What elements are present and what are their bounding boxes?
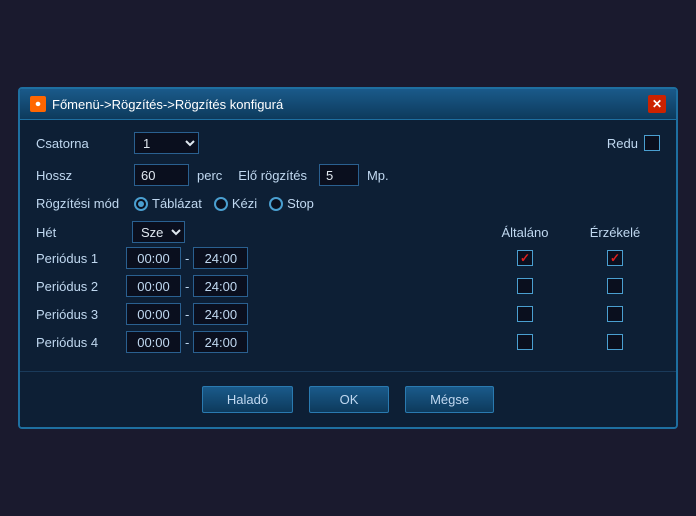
- period-3-label: Periódus 3: [36, 307, 126, 322]
- radio-tablazat-label: Táblázat: [152, 196, 202, 211]
- period-3-dash: -: [185, 307, 189, 322]
- altalaino-header: Általáno: [502, 225, 549, 240]
- period-2-end[interactable]: [193, 275, 248, 297]
- radio-group: Táblázat Kézi Stop: [134, 196, 314, 211]
- redu-area: Redu: [607, 135, 660, 151]
- period-3-start[interactable]: [126, 303, 181, 325]
- ok-button[interactable]: OK: [309, 386, 389, 413]
- period-row-3: Periódus 3 -: [36, 303, 660, 325]
- period-2-start[interactable]: [126, 275, 181, 297]
- period-3-end[interactable]: [193, 303, 248, 325]
- rogzitesi-mod-label: Rögzítési mód: [36, 196, 126, 211]
- radio-stop-label: Stop: [287, 196, 314, 211]
- halado-button[interactable]: Haladó: [202, 386, 293, 413]
- periods-container: Periódus 1 - Periódus 2 -: [36, 247, 660, 353]
- hossz-label: Hossz: [36, 168, 126, 183]
- period-4-end[interactable]: [193, 331, 248, 353]
- close-button[interactable]: ✕: [648, 95, 666, 113]
- period-1-dash: -: [185, 251, 189, 266]
- csatorna-label: Csatorna: [36, 136, 126, 151]
- period-2-erzekele-checkbox[interactable]: [607, 278, 623, 294]
- main-dialog: ⏺ Főmenü->Rögzítés->Rögzítés konfigurá ✕…: [18, 87, 678, 429]
- redu-checkbox[interactable]: [644, 135, 660, 151]
- megse-button[interactable]: Mégse: [405, 386, 494, 413]
- dialog-content: Csatorna 1234 Redu Hossz perc Elő rögzít…: [20, 120, 676, 371]
- period-header-row: Hét HKSzeCsPSzoV Általáno Érzékelé: [36, 221, 660, 247]
- period-4-dash: -: [185, 335, 189, 350]
- period-3-altalaino-checkbox[interactable]: [517, 306, 533, 322]
- dialog-footer: Haladó OK Mégse: [20, 371, 676, 427]
- period-1-end[interactable]: [193, 247, 248, 269]
- elo-rogzites-label: Elő rögzítés: [238, 168, 307, 183]
- period-2-altalaino-checkbox[interactable]: [517, 278, 533, 294]
- csatorna-select[interactable]: 1234: [134, 132, 199, 154]
- elo-rogzites-input[interactable]: [319, 164, 359, 186]
- redu-label: Redu: [607, 136, 638, 151]
- period-4-altalaino-checkbox[interactable]: [517, 334, 533, 350]
- csatorna-row: Csatorna 1234 Redu: [36, 132, 660, 154]
- radio-stop[interactable]: Stop: [269, 196, 314, 211]
- radio-tablazat[interactable]: Táblázat: [134, 196, 202, 211]
- hossz-row: Hossz perc Elő rögzítés Mp.: [36, 164, 660, 186]
- period-row-4: Periódus 4 -: [36, 331, 660, 353]
- het-label: Hét: [36, 225, 126, 240]
- period-3-time-range: -: [126, 303, 480, 325]
- period-4-erzekele-checkbox[interactable]: [607, 334, 623, 350]
- period-2-time-range: -: [126, 275, 480, 297]
- period-1-altalaino-checkbox[interactable]: [517, 250, 533, 266]
- het-select[interactable]: HKSzeCsPSzoV: [132, 221, 185, 243]
- radio-kezi[interactable]: Kézi: [214, 196, 257, 211]
- radio-kezi-circle: [214, 197, 228, 211]
- title-bar: ⏺ Főmenü->Rögzítés->Rögzítés konfigurá ✕: [20, 89, 676, 120]
- period-2-label: Periódus 2: [36, 279, 126, 294]
- period-row-1: Periódus 1 -: [36, 247, 660, 269]
- rogzitesi-mod-row: Rögzítési mód Táblázat Kézi Stop: [36, 196, 660, 211]
- title-bar-left: ⏺ Főmenü->Rögzítés->Rögzítés konfigurá: [30, 96, 283, 112]
- period-2-dash: -: [185, 279, 189, 294]
- elo-rogzites-unit: Mp.: [367, 168, 389, 183]
- erzekele-header: Érzékelé: [590, 225, 641, 240]
- app-icon: ⏺: [30, 96, 46, 112]
- period-4-time-range: -: [126, 331, 480, 353]
- period-4-start[interactable]: [126, 331, 181, 353]
- radio-stop-circle: [269, 197, 283, 211]
- period-1-time-range: -: [126, 247, 480, 269]
- period-1-label: Periódus 1: [36, 251, 126, 266]
- dialog-title: Főmenü->Rögzítés->Rögzítés konfigurá: [52, 97, 283, 112]
- radio-kezi-label: Kézi: [232, 196, 257, 211]
- period-1-start[interactable]: [126, 247, 181, 269]
- period-3-erzekele-checkbox[interactable]: [607, 306, 623, 322]
- radio-tablazat-circle: [134, 197, 148, 211]
- period-row-2: Periódus 2 -: [36, 275, 660, 297]
- period-4-label: Periódus 4: [36, 335, 126, 350]
- hossz-input[interactable]: [134, 164, 189, 186]
- period-1-erzekele-checkbox[interactable]: [607, 250, 623, 266]
- hossz-unit: perc: [197, 168, 222, 183]
